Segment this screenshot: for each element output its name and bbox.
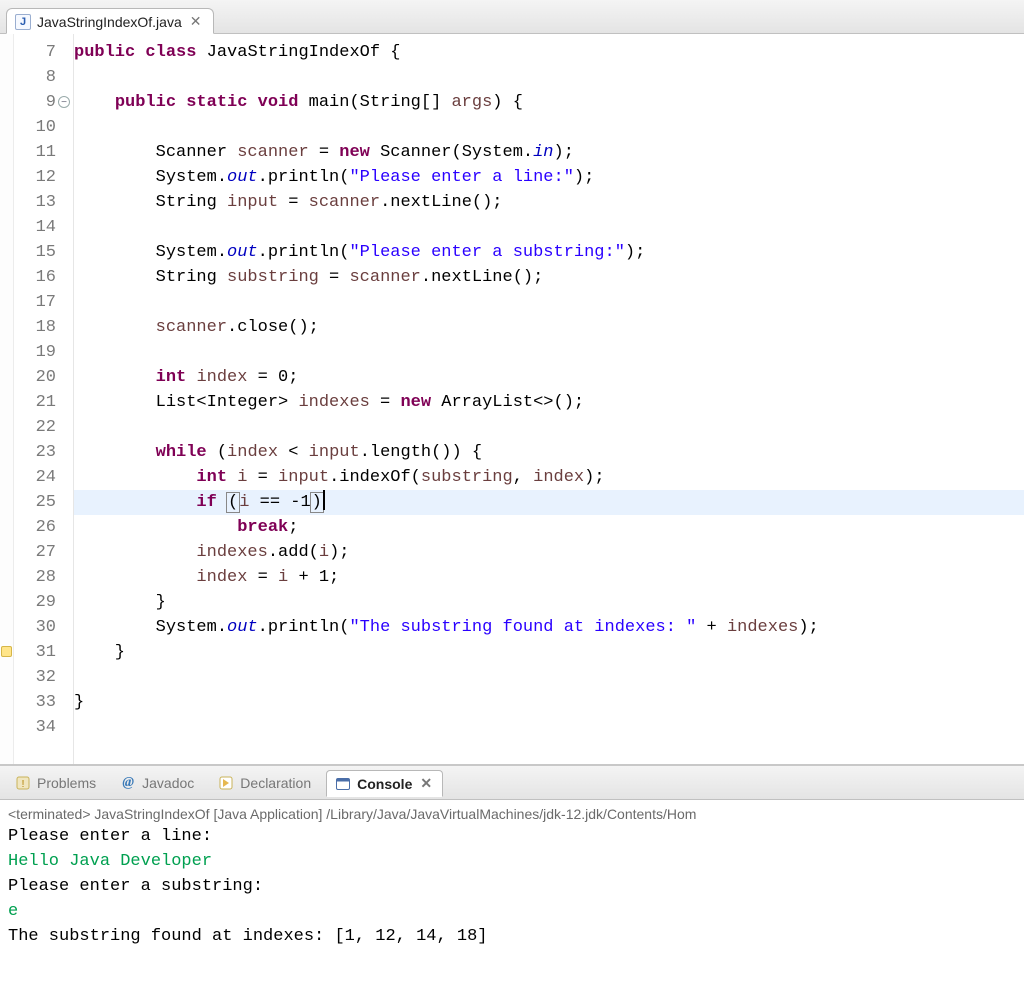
tab-problems[interactable]: ! Problems	[6, 770, 105, 796]
line-number: 18	[14, 315, 56, 340]
line-number: 32	[14, 665, 56, 690]
line-number: 34	[14, 715, 56, 740]
console-program-output: The substring found at indexes: [1, 12, …	[8, 924, 1016, 949]
tab-console[interactable]: Console ✕	[326, 770, 443, 797]
fold-toggle-icon[interactable]: −	[58, 96, 70, 108]
code-line[interactable]	[74, 340, 1024, 365]
console-program-output: Please enter a substring:	[8, 874, 1016, 899]
line-number: 9	[14, 90, 56, 115]
console-icon	[335, 776, 351, 792]
line-number: 27	[14, 540, 56, 565]
code-line[interactable]: int i = input.indexOf(substring, index);	[74, 465, 1024, 490]
code-line[interactable]	[74, 65, 1024, 90]
text-caret	[323, 490, 325, 510]
line-number: 23	[14, 440, 56, 465]
line-number: 13	[14, 190, 56, 215]
tab-declaration[interactable]: Declaration	[209, 770, 320, 796]
tab-javadoc-label: Javadoc	[142, 775, 194, 791]
line-number: 8	[14, 65, 56, 90]
code-line[interactable]: System.out.println("Please enter a subst…	[74, 240, 1024, 265]
code-line[interactable]	[74, 665, 1024, 690]
code-line[interactable]	[74, 215, 1024, 240]
code-line[interactable]: public static void main(String[] args) {	[74, 90, 1024, 115]
javadoc-icon: @	[120, 775, 136, 791]
line-number: 26	[14, 515, 56, 540]
editor-tab-title: JavaStringIndexOf.java	[37, 14, 182, 30]
code-line[interactable]	[74, 115, 1024, 140]
line-number: 7	[14, 40, 56, 65]
code-line[interactable]: System.out.println("The substring found …	[74, 615, 1024, 640]
code-content[interactable]: public class JavaStringIndexOf { public …	[74, 34, 1024, 764]
line-number: 11	[14, 140, 56, 165]
tab-problems-label: Problems	[37, 775, 96, 791]
line-number: 16	[14, 265, 56, 290]
line-number: 31	[14, 640, 56, 665]
code-line[interactable]	[74, 290, 1024, 315]
line-number: 17	[14, 290, 56, 315]
console-user-input: Hello Java Developer	[8, 849, 1016, 874]
line-number-gutter: 7891011121314151617181920212223242526272…	[14, 34, 60, 764]
code-editor[interactable]: 7891011121314151617181920212223242526272…	[0, 34, 1024, 764]
console-status: <terminated> JavaStringIndexOf [Java App…	[0, 800, 1024, 824]
code-line[interactable]: public class JavaStringIndexOf {	[74, 40, 1024, 65]
bottom-tab-bar: ! Problems @ Javadoc Declaration Console…	[0, 766, 1024, 800]
code-line[interactable]: }	[74, 690, 1024, 715]
tab-console-label: Console	[357, 776, 412, 792]
tab-javadoc[interactable]: @ Javadoc	[111, 770, 203, 796]
code-line[interactable]: scanner.close();	[74, 315, 1024, 340]
console-program-output: Please enter a line:	[8, 824, 1016, 849]
code-line[interactable]: while (index < input.length()) {	[74, 440, 1024, 465]
declaration-icon	[218, 775, 234, 791]
console-user-input: e	[8, 899, 1016, 924]
code-line[interactable]: if (i == -1)	[74, 490, 1024, 515]
code-line[interactable]: Scanner scanner = new Scanner(System.in)…	[74, 140, 1024, 165]
line-number: 22	[14, 415, 56, 440]
code-line[interactable]: }	[74, 590, 1024, 615]
close-icon[interactable]: ✕	[418, 775, 434, 792]
line-number: 29	[14, 590, 56, 615]
line-number: 21	[14, 390, 56, 415]
line-number: 33	[14, 690, 56, 715]
code-line[interactable]: }	[74, 640, 1024, 665]
line-number: 10	[14, 115, 56, 140]
bottom-panel: ! Problems @ Javadoc Declaration Console…	[0, 764, 1024, 959]
editor-tab-bar: J JavaStringIndexOf.java ✕	[0, 0, 1024, 34]
line-number: 24	[14, 465, 56, 490]
line-number: 30	[14, 615, 56, 640]
code-line[interactable]: String input = scanner.nextLine();	[74, 190, 1024, 215]
line-number: 12	[14, 165, 56, 190]
line-number: 14	[14, 215, 56, 240]
code-line[interactable]	[74, 715, 1024, 740]
code-line[interactable]: int index = 0;	[74, 365, 1024, 390]
code-line[interactable]: index = i + 1;	[74, 565, 1024, 590]
editor-tab-active[interactable]: J JavaStringIndexOf.java ✕	[6, 8, 214, 34]
tab-declaration-label: Declaration	[240, 775, 311, 791]
line-number: 25	[14, 490, 56, 515]
line-number: 19	[14, 340, 56, 365]
line-number: 20	[14, 365, 56, 390]
code-line[interactable]	[74, 415, 1024, 440]
code-line[interactable]: indexes.add(i);	[74, 540, 1024, 565]
line-number: 28	[14, 565, 56, 590]
fold-strip: −	[60, 34, 74, 764]
warning-marker-icon[interactable]	[1, 646, 12, 657]
line-number: 15	[14, 240, 56, 265]
java-file-icon: J	[15, 14, 31, 30]
code-line[interactable]: break;	[74, 515, 1024, 540]
code-line[interactable]: System.out.println("Please enter a line:…	[74, 165, 1024, 190]
marker-strip	[0, 34, 14, 764]
code-line[interactable]: List<Integer> indexes = new ArrayList<>(…	[74, 390, 1024, 415]
problems-icon: !	[15, 775, 31, 791]
console-output[interactable]: Please enter a line:Hello Java Developer…	[0, 824, 1024, 959]
svg-text:!: !	[22, 779, 25, 790]
code-line[interactable]: String substring = scanner.nextLine();	[74, 265, 1024, 290]
close-icon[interactable]: ✕	[188, 13, 204, 30]
